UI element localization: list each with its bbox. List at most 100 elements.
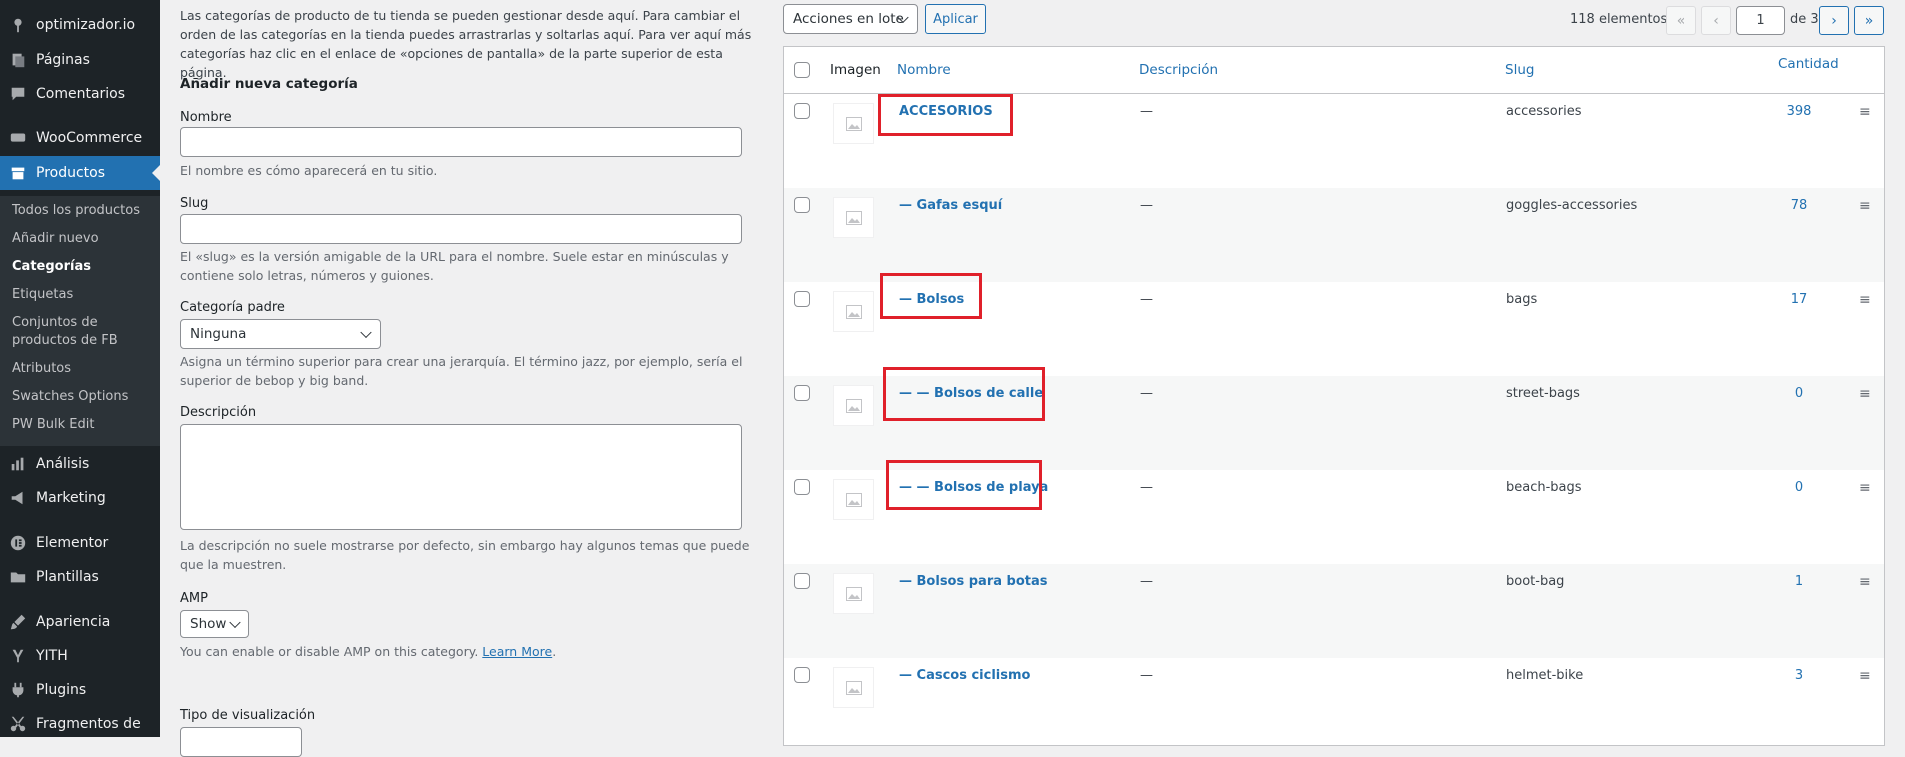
submenu-add-new[interactable]: Añadir nuevo [12, 230, 152, 248]
category-count-link[interactable]: 0 [1784, 386, 1814, 401]
display-type-select[interactable] [180, 727, 302, 757]
category-description: — [1140, 198, 1153, 213]
category-count-link[interactable]: 78 [1784, 198, 1814, 213]
bar-chart-icon [0, 455, 36, 473]
amp-label: AMP [180, 591, 208, 606]
menu-item-marketing[interactable]: Marketing [0, 481, 160, 515]
current-page-input[interactable]: 1 [1736, 6, 1785, 35]
page-intro-text: Las categorías de producto de tu tienda … [180, 8, 752, 80]
name-input[interactable] [180, 127, 742, 157]
drag-handle-icon[interactable]: ≡ [1859, 104, 1871, 120]
menu-item-optimizador[interactable]: optimizador.io [0, 8, 160, 42]
menu-item-templates[interactable]: Plantillas [0, 560, 160, 594]
amp-help-end: . [552, 644, 557, 659]
next-page-button[interactable]: › [1819, 6, 1849, 35]
menu-item-elementor[interactable]: Elementor [0, 526, 160, 560]
submenu-categories[interactable]: Categorías [12, 258, 152, 276]
row-checkbox[interactable] [794, 291, 810, 307]
category-count-link[interactable]: 3 [1784, 668, 1814, 683]
category-description: — [1140, 292, 1153, 307]
parent-category-select[interactable]: Ninguna [180, 319, 381, 349]
row-checkbox[interactable] [794, 197, 810, 213]
submenu-attributes[interactable]: Atributos [12, 360, 152, 378]
total-pages: de 3 [1790, 12, 1819, 27]
slug-help-text: El «slug» es la versión amigable de la U… [180, 249, 729, 283]
name-label: Nombre [180, 110, 232, 125]
column-count[interactable]: Cantidad [1778, 56, 1839, 72]
drag-handle-icon[interactable]: ≡ [1859, 198, 1871, 214]
drag-handle-icon[interactable]: ≡ [1859, 574, 1871, 590]
table-row: — Bolsos para botas — boot-bag 1 ≡ [784, 564, 1884, 658]
prev-page-button[interactable]: ‹ [1701, 6, 1731, 35]
description-help-text: La descripción no suele mostrarse por de… [180, 538, 750, 572]
category-name-link[interactable]: — Gafas esquí [899, 198, 1002, 213]
row-checkbox[interactable] [794, 667, 810, 683]
archive-icon [0, 164, 36, 182]
menu-item-label: YITH [36, 648, 68, 664]
submenu-pw-bulk-edit[interactable]: PW Bulk Edit [12, 416, 152, 434]
bulk-actions-select[interactable]: Acciones en lote [783, 4, 918, 34]
menu-item-label: optimizador.io [36, 17, 136, 33]
column-slug[interactable]: Slug [1505, 62, 1534, 78]
last-page-button[interactable]: » [1854, 6, 1884, 35]
folder-icon [0, 568, 36, 586]
column-image: Imagen [830, 62, 881, 78]
menu-item-products[interactable]: Productos [0, 156, 160, 190]
first-page-button[interactable]: « [1666, 6, 1696, 35]
plug-icon [0, 681, 36, 699]
elementor-icon [0, 534, 36, 552]
submenu-swatches-options[interactable]: Swatches Options [12, 388, 152, 406]
drag-handle-icon[interactable]: ≡ [1859, 292, 1871, 308]
category-count-link[interactable]: 17 [1784, 292, 1814, 307]
megaphone-icon [0, 489, 36, 507]
learn-more-link[interactable]: Learn More [482, 644, 552, 659]
drag-handle-icon[interactable]: ≡ [1859, 668, 1871, 684]
menu-item-snippets[interactable]: Fragmentos de [0, 707, 160, 737]
category-name-link[interactable]: — Bolsos para botas [899, 574, 1048, 589]
amp-help-sentence: You can enable or disable AMP on this ca… [180, 644, 479, 659]
row-checkbox[interactable] [794, 385, 810, 401]
category-description: — [1140, 480, 1153, 495]
drag-handle-icon[interactable]: ≡ [1859, 386, 1871, 402]
row-checkbox[interactable] [794, 573, 810, 589]
category-count-link[interactable]: 0 [1784, 480, 1814, 495]
submenu-fb-product-sets[interactable]: Conjuntos de productos de FB [12, 314, 122, 350]
category-count-link[interactable]: 398 [1784, 104, 1814, 119]
slug-input[interactable] [180, 214, 742, 244]
column-description[interactable]: Descripción [1139, 62, 1218, 78]
image-placeholder-icon [833, 291, 874, 332]
column-name[interactable]: Nombre [897, 62, 951, 78]
apply-button[interactable]: Aplicar [925, 4, 986, 34]
category-name-link[interactable]: — Cascos ciclismo [899, 668, 1030, 683]
menu-item-label: Marketing [36, 490, 106, 506]
category-slug: boot-bag [1506, 574, 1565, 589]
category-slug: bags [1506, 292, 1538, 307]
menu-item-yith[interactable]: YITH [0, 639, 160, 673]
amp-select[interactable]: Show [180, 610, 249, 638]
woo-icon [0, 129, 36, 147]
menu-item-analytics[interactable]: Análisis [0, 447, 160, 481]
drag-handle-icon[interactable]: ≡ [1859, 480, 1871, 496]
submenu-all-products[interactable]: Todos los productos [12, 202, 152, 220]
description-textarea[interactable] [180, 424, 742, 530]
row-checkbox[interactable] [794, 479, 810, 495]
menu-item-comments[interactable]: Comentarios [0, 77, 160, 111]
category-count-link[interactable]: 1 [1784, 574, 1814, 589]
menu-item-label: Productos [36, 165, 106, 181]
bulk-actions-value: Acciones en lote [793, 11, 904, 27]
annotation-highlight-box [878, 94, 1013, 136]
menu-item-appearance[interactable]: Apariencia [0, 605, 160, 639]
annotation-highlight-box [883, 367, 1045, 421]
category-slug: beach-bags [1506, 480, 1582, 495]
select-all-checkbox[interactable] [794, 62, 810, 78]
menu-item-plugins[interactable]: Plugins [0, 673, 160, 707]
display-type-label: Tipo de visualización [180, 708, 316, 723]
menu-item-label: Elementor [36, 535, 109, 551]
row-checkbox[interactable] [794, 103, 810, 119]
table-row: — Gafas esquí — goggles-accessories 78 ≡ [784, 188, 1884, 282]
menu-item-pages[interactable]: Páginas [0, 43, 160, 77]
menu-item-label: Análisis [36, 456, 90, 472]
submenu-tags[interactable]: Etiquetas [12, 286, 152, 304]
menu-item-woocommerce[interactable]: WooCommerce [0, 121, 160, 155]
products-submenu: Todos los productos Añadir nuevo Categor… [0, 196, 160, 446]
